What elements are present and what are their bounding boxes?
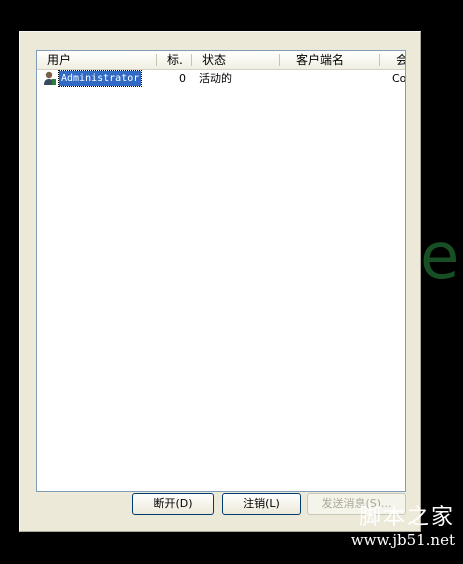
horizontal-scrollbar[interactable]: ◀ ▶ [37, 491, 405, 492]
list-header: 用户 标. 状态 客户端名 会 [37, 51, 405, 70]
users-list[interactable]: 用户 标. 状态 客户端名 会 Administrator 0 活动的 Co ◀ [36, 50, 406, 492]
column-header-id[interactable]: 标. [157, 51, 192, 69]
row-session: Co [392, 72, 406, 85]
column-header-client[interactable]: 客户端名 [280, 51, 380, 69]
watermark-url: www.jb51.net [350, 531, 455, 549]
column-header-user[interactable]: 用户 [37, 51, 157, 69]
user-icon [43, 71, 57, 86]
watermark-title: 脚本之家 [358, 505, 455, 530]
row-status: 活动的 [199, 72, 232, 85]
row-user: Administrator [57, 70, 143, 87]
logoff-button[interactable]: 注销(L) [222, 493, 301, 515]
column-header-status[interactable]: 状态 [192, 51, 280, 69]
watermark: 脚本之家 www.jb51.net [325, 505, 455, 549]
column-header-session[interactable]: 会 [380, 51, 405, 69]
row-id: 0 [179, 72, 186, 85]
table-row[interactable]: Administrator 0 活动的 Co [37, 70, 405, 87]
users-panel: 用户 标. 状态 客户端名 会 Administrator 0 活动的 Co ◀ [19, 31, 421, 532]
background-glow-text: e [420, 220, 460, 294]
disconnect-button[interactable]: 断开(D) [132, 493, 214, 515]
